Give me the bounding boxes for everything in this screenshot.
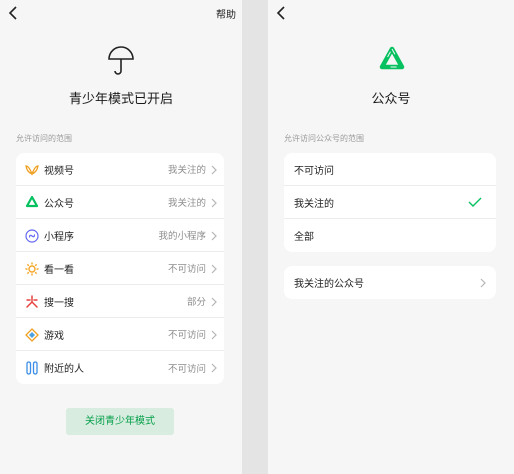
item-label: 公众号 (44, 198, 74, 210)
chevron-right-icon (211, 198, 217, 208)
search-icon (26, 295, 38, 308)
page-title: 青少年模式已开启 (68, 92, 173, 107)
access-scope-list: 视频号 我关注的 公众号 我关注的 小程序 我的小程序 看一看 不可访问 搜一搜… (16, 153, 224, 384)
chevron-right-icon (480, 278, 486, 288)
chevron-right-icon (211, 165, 217, 175)
game-icon (25, 328, 39, 342)
chevron-right-icon (211, 363, 217, 373)
followed-accounts-link[interactable]: 我关注的公众号 (284, 266, 496, 299)
item-label: 搜一搜 (44, 297, 74, 309)
option-all[interactable]: 全部 (284, 219, 496, 252)
page-title: 公众号 (371, 92, 411, 107)
list-item-game[interactable]: 游戏 不可访问 (16, 318, 224, 351)
back-arrow-icon[interactable] (274, 4, 290, 22)
chevron-right-icon (211, 330, 217, 340)
checkmark-icon (468, 197, 482, 207)
umbrella-icon (108, 46, 134, 75)
item-label: 视频号 (44, 165, 74, 177)
list-item-top-stories[interactable]: 看一看 不可访问 (16, 252, 224, 285)
list-item-mini-program[interactable]: 小程序 我的小程序 (16, 219, 224, 252)
chevron-right-icon (211, 264, 217, 274)
item-label: 看一看 (44, 264, 74, 276)
item-value: 不可访问 (167, 264, 206, 275)
option-label: 全部 (294, 232, 314, 243)
item-value: 我关注的 (167, 165, 206, 176)
teen-mode-panel: 帮助 青少年模式已开启 允许访问的范围 视频号 我关注的 公众号 我关注的 小程… (0, 0, 242, 474)
list-item-search[interactable]: 搜一搜 部分 (16, 285, 224, 318)
official-account-logo-icon (379, 46, 405, 70)
item-value: 不可访问 (167, 330, 206, 341)
mini-program-icon (25, 229, 39, 243)
chevron-right-icon (211, 297, 217, 307)
close-teen-mode-button[interactable]: 关闭青少年模式 (66, 408, 174, 435)
help-link[interactable]: 帮助 (216, 6, 236, 21)
people-nearby-icon (26, 361, 38, 375)
top-stories-icon (25, 262, 39, 276)
list-item-video-channel[interactable]: 视频号 我关注的 (16, 153, 224, 186)
list-item-people-nearby[interactable]: 附近的人 不可访问 (16, 351, 224, 384)
option-label: 不可访问 (294, 165, 334, 177)
list-item-official-account[interactable]: 公众号 我关注的 (16, 186, 224, 219)
option-no-access[interactable]: 不可访问 (284, 153, 496, 186)
item-value: 部分 (186, 297, 206, 308)
chevron-right-icon (211, 231, 217, 241)
section-label: 允许访问的范围 (16, 134, 72, 143)
item-value: 不可访问 (167, 363, 206, 375)
item-label: 小程序 (44, 231, 74, 243)
item-label: 游戏 (44, 330, 64, 342)
option-followed[interactable]: 我关注的 (284, 186, 496, 219)
back-arrow-icon[interactable] (6, 4, 22, 22)
item-label: 附近的人 (44, 364, 84, 375)
item-value: 我的小程序 (158, 231, 206, 242)
followed-accounts-label: 我关注的公众号 (294, 279, 364, 290)
access-scope-options: 不可访问 我关注的 全部 (284, 153, 496, 252)
official-account-settings-panel: 公众号 允许访问公众号的范围 不可访问 我关注的 全部 我关注的公众号 (268, 0, 514, 474)
video-channel-icon (25, 165, 39, 176)
item-value: 我关注的 (167, 198, 206, 209)
option-label: 我关注的 (294, 198, 334, 210)
section-label: 允许访问公众号的范围 (284, 134, 364, 143)
official-account-icon (25, 196, 39, 208)
